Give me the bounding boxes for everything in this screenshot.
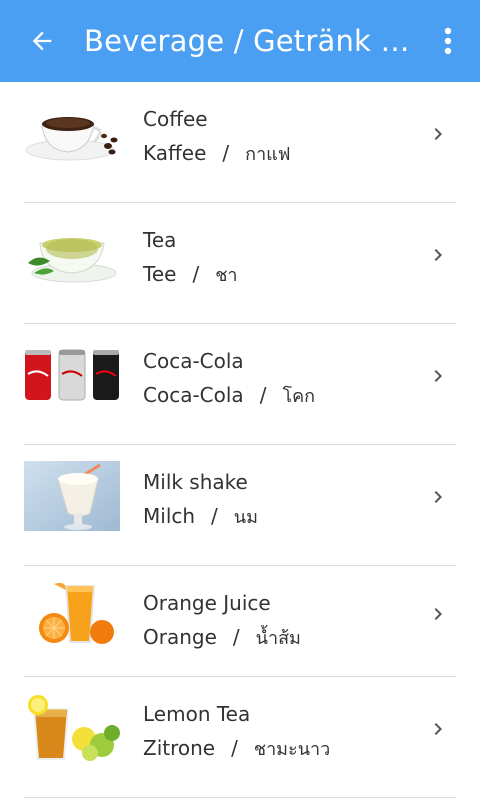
separator: / bbox=[232, 625, 240, 649]
tea-cup-image bbox=[24, 219, 120, 289]
thai-name: น้ำส้ม bbox=[255, 628, 301, 649]
coffee-cup-image bbox=[24, 98, 120, 168]
thai-name: กาแฟ bbox=[245, 144, 291, 165]
thai-name: ชา bbox=[215, 265, 238, 286]
list-item-milk-shake[interactable]: Milk shake Milch / นม bbox=[24, 445, 456, 566]
german-name: Coca-Cola bbox=[143, 383, 244, 407]
list-item-coca-cola[interactable]: Coca-Cola Coca-Cola / โคก bbox=[24, 324, 456, 445]
item-translations: Coca-Cola / โคก bbox=[143, 381, 315, 410]
separator: / bbox=[211, 504, 218, 528]
item-translations: Milch / นม bbox=[143, 502, 258, 531]
item-name: Lemon Tea bbox=[143, 702, 251, 726]
beverage-list: Coffee Kaffee / กาแฟ Tea Tee / ชา Coca-C… bbox=[0, 82, 480, 798]
chevron-right-icon bbox=[434, 128, 442, 140]
chevron-right-icon bbox=[434, 370, 442, 382]
separator: / bbox=[259, 383, 267, 407]
german-name: Tee bbox=[143, 262, 177, 286]
overflow-menu-button[interactable] bbox=[428, 21, 468, 61]
list-item-tea[interactable]: Tea Tee / ชา bbox=[24, 203, 456, 324]
german-name: Zitrone bbox=[143, 736, 216, 760]
item-translations: Orange / น้ำส้ม bbox=[143, 623, 301, 652]
chevron-right-icon bbox=[434, 608, 442, 620]
cola-cans-image bbox=[24, 340, 120, 410]
back-button[interactable] bbox=[0, 0, 84, 82]
thai-name: ชามะนาว bbox=[253, 739, 331, 760]
item-translations: Zitrone / ชามะนาว bbox=[143, 734, 330, 763]
german-name: Orange bbox=[143, 625, 217, 649]
item-name: Orange Juice bbox=[143, 591, 271, 615]
separator: / bbox=[192, 262, 200, 286]
item-name: Milk shake bbox=[143, 470, 248, 494]
orange-juice-image bbox=[24, 578, 120, 648]
thai-name: โคก bbox=[282, 386, 316, 407]
item-translations: Tee / ชา bbox=[143, 260, 238, 289]
list-item-orange-juice[interactable]: Orange Juice Orange / น้ำส้ม bbox=[24, 566, 456, 677]
item-name: Tea bbox=[143, 228, 177, 252]
app-bar: Beverage / Getränk / เ... bbox=[0, 0, 480, 82]
lemon-tea-image bbox=[24, 693, 120, 763]
list-item-coffee[interactable]: Coffee Kaffee / กาแฟ bbox=[24, 82, 456, 203]
chevron-right-icon bbox=[434, 723, 442, 735]
chevron-right-icon bbox=[434, 491, 442, 503]
more-vert-icon bbox=[444, 27, 452, 55]
item-name: Coffee bbox=[143, 107, 208, 131]
chevron-right-icon bbox=[434, 249, 442, 261]
arrow-left-icon bbox=[32, 31, 52, 51]
page-title: Beverage / Getränk / เ... bbox=[84, 24, 410, 58]
thai-name: นม bbox=[233, 507, 258, 528]
separator: / bbox=[231, 736, 238, 760]
item-name: Coca-Cola bbox=[143, 349, 244, 373]
german-name: Kaffee bbox=[143, 141, 207, 165]
milkshake-image bbox=[24, 461, 120, 531]
german-name: Milch bbox=[143, 504, 196, 528]
item-translations: Kaffee / กาแฟ bbox=[143, 139, 291, 168]
list-item-lemon-tea[interactable]: Lemon Tea Zitrone / ชามะนาว bbox=[24, 677, 456, 798]
separator: / bbox=[222, 141, 230, 165]
